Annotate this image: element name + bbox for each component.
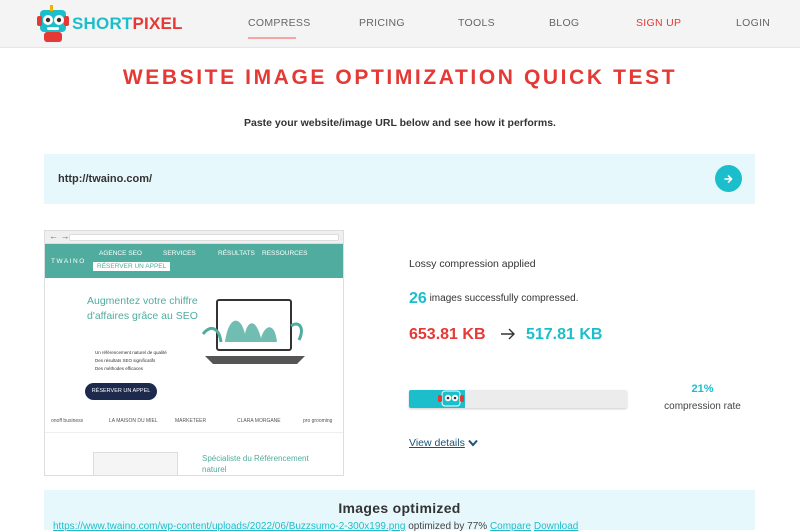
nav-pricing[interactable]: PRICING xyxy=(359,17,405,29)
arrow-right-icon xyxy=(723,174,732,183)
header: SHORTPIXEL COMPRESS PRICING TOOLS BLOG S… xyxy=(0,0,800,48)
page-subtitle: Paste your website/image URL below and s… xyxy=(244,117,556,129)
nav-active-indicator xyxy=(248,37,296,39)
preview-menu-item: RÉSULTATS xyxy=(218,250,255,257)
arrow-right-icon xyxy=(501,328,515,340)
size-before: 653.81 KB xyxy=(409,326,486,343)
browser-nav-arrows-icon: ← → xyxy=(49,231,70,241)
page-title: WEBSITE IMAGE OPTIMIZATION QUICK TEST xyxy=(122,66,678,89)
nav-login[interactable]: LOGIN xyxy=(736,17,770,29)
preview-hero: Augmentez votre chiffre d'affaires grâce… xyxy=(45,278,343,410)
compression-progress-bar xyxy=(409,390,627,408)
preview-partner-logo: CLARA MORGANE xyxy=(237,418,281,424)
preview-headline: Augmentez votre chiffre d'affaires grâce… xyxy=(87,295,198,322)
optimized-image-url[interactable]: https://www.twaino.com/wp-content/upload… xyxy=(53,521,405,532)
nav-tools[interactable]: TOOLS xyxy=(458,17,495,29)
url-input-bar[interactable]: http://twaino.com/ xyxy=(44,154,755,204)
preview-specialist-text: Spécialiste du Référencement naturel xyxy=(202,454,309,474)
preview-menu-item: AGENCE SEO xyxy=(99,250,142,257)
laptop-illustration-icon xyxy=(201,299,305,364)
preview-partner-logo: onoff business xyxy=(51,418,84,424)
preview-bottom-section: Spécialiste du Référencement naturel xyxy=(45,432,343,475)
chevron-down-icon xyxy=(468,439,478,447)
images-optimized-title: Images optimized xyxy=(338,500,461,516)
view-details-label: View details xyxy=(409,437,465,449)
logo-text: SHORTPIXEL xyxy=(72,14,183,34)
website-preview: ← → TWAINO AGENCE SEO SERVICES RÉSULTATS… xyxy=(44,230,344,476)
view-details-link[interactable]: View details xyxy=(409,437,478,449)
preview-nav: TWAINO AGENCE SEO SERVICES RÉSULTATS RES… xyxy=(45,244,343,278)
preview-browser-bar: ← → xyxy=(45,231,343,244)
compression-type: Lossy compression applied xyxy=(409,258,536,270)
preview-logo-strip: onoff business LA MAISON DU MIEL MARKETE… xyxy=(45,414,343,432)
logo-text-pixel: PIXEL xyxy=(132,14,183,33)
preview-partner-logo: LA MAISON DU MIEL xyxy=(109,418,158,424)
preview-bullets: Un référencement naturel de qualité Des … xyxy=(95,349,167,373)
preview-card xyxy=(93,452,178,475)
url-input[interactable]: http://twaino.com/ xyxy=(58,173,152,185)
preview-address-bar xyxy=(69,234,339,241)
optimized-image-row: https://www.twaino.com/wp-content/upload… xyxy=(53,521,578,532)
compression-rate-value: 21% xyxy=(691,383,714,395)
images-compressed-count: 26 xyxy=(409,290,427,307)
images-optimized-panel: Images optimized https://www.twaino.com/… xyxy=(44,490,755,532)
robot-logo-icon xyxy=(37,5,69,42)
nav-sign-up[interactable]: SIGN UP xyxy=(636,17,681,29)
preview-menu-item: RESSOURCES xyxy=(262,250,308,257)
compare-link[interactable]: Compare xyxy=(490,521,531,532)
optimized-image-text: optimized by 77% xyxy=(408,521,488,532)
compression-rate-label: compression rate xyxy=(664,401,741,412)
logo-text-short: SHORT xyxy=(72,14,133,33)
preview-bullet: Un référencement naturel de qualité xyxy=(95,350,167,355)
preview-bullet: Des résultats SEO significatifs xyxy=(95,358,156,363)
preview-partner-logo: pro grooming xyxy=(303,418,333,424)
logo[interactable]: SHORTPIXEL xyxy=(34,4,183,44)
preview-cta-small: RÉSERVER UN APPEL xyxy=(93,262,171,271)
nav-blog[interactable]: BLOG xyxy=(549,17,579,29)
preview-menu-item: SERVICES xyxy=(163,250,196,257)
preview-partner-logo: MARKETEER xyxy=(175,418,207,424)
preview-brand: TWAINO xyxy=(51,258,86,265)
preview-cta-button: RÉSERVER UN APPEL xyxy=(85,383,157,400)
robot-icon xyxy=(438,390,464,407)
images-compressed-label: images successfully compressed. xyxy=(429,293,579,304)
download-link[interactable]: Download xyxy=(534,521,578,532)
size-after: 517.81 KB xyxy=(525,326,603,343)
images-compressed-line: 26 images successfully compressed. xyxy=(409,290,579,308)
nav-compress[interactable]: COMPRESS xyxy=(248,17,311,29)
preview-bullet: Des méthodes efficaces xyxy=(95,366,143,371)
size-comparison: 653.81 KB 517.81 KB xyxy=(409,326,602,344)
submit-url-button[interactable] xyxy=(715,165,742,192)
